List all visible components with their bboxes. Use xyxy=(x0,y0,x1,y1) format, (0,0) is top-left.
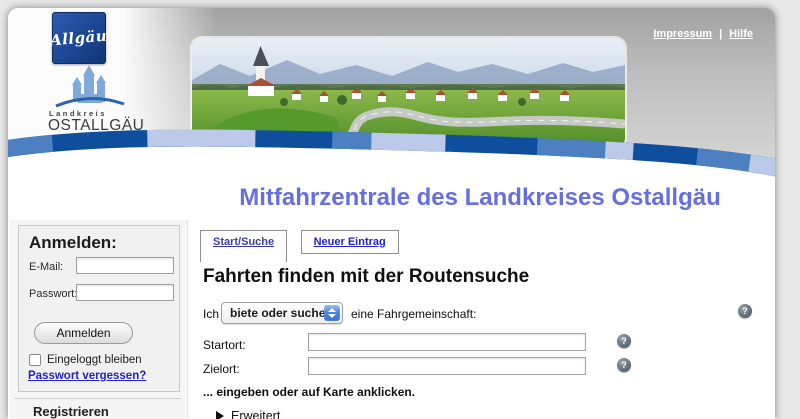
tab-start-suche[interactable]: Start/Suche xyxy=(200,230,287,262)
sidebar-divider xyxy=(14,398,181,399)
allgaeu-logo-text: Allgäu xyxy=(50,27,109,50)
impressum-link[interactable]: Impressum xyxy=(653,28,712,40)
zielort-label: Zielort: xyxy=(203,362,240,376)
select-stepper-icon xyxy=(324,305,340,321)
stay-logged-in-checkbox[interactable] xyxy=(29,354,41,366)
fahrgemeinschaft-label: eine Fahrgemeinschaft: xyxy=(351,307,476,321)
register-heading[interactable]: Registrieren xyxy=(33,404,109,419)
link-separator: | xyxy=(719,28,722,40)
help-icon[interactable]: ? xyxy=(617,358,631,372)
login-button[interactable]: Anmelden xyxy=(34,322,133,344)
ride-type-select[interactable]: biete oder suche xyxy=(221,302,343,324)
ride-type-selected-value: biete oder suche xyxy=(230,306,325,320)
help-icon[interactable]: ? xyxy=(617,334,631,348)
login-heading: Anmelden: xyxy=(29,233,117,253)
allgaeu-logo[interactable]: Allgäu xyxy=(52,12,106,64)
map-hint-text: ... eingeben oder auf Karte anklicken. xyxy=(203,385,415,399)
site-card: Impressum|Hilfe Allgäu Landkreis OSTALLG… xyxy=(8,8,775,419)
advanced-label: Erweitert xyxy=(231,409,280,419)
zielort-input[interactable] xyxy=(308,357,586,375)
password-label: Passwort: xyxy=(29,288,77,300)
advanced-toggle[interactable]: Erweitert xyxy=(216,409,280,419)
stay-logged-in-row: Eingeloggt bleiben xyxy=(29,354,142,366)
sidebar: Anmelden: E-Mail: Passwort: Anmelden Ein… xyxy=(10,220,188,419)
ich-label: Ich xyxy=(203,307,219,321)
hilfe-link[interactable]: Hilfe xyxy=(729,28,753,40)
email-field[interactable] xyxy=(76,257,174,274)
tab-neuer-eintrag-label: Neuer Eintrag xyxy=(314,236,386,248)
help-icon[interactable]: ? xyxy=(738,304,752,318)
content-heading: Fahrten finden mit der Routensuche xyxy=(203,266,529,288)
tab-bar: Start/Suche Neuer Eintrag xyxy=(200,230,408,262)
page-title: Mitfahrzentrale des Landkreises Ostallgä… xyxy=(185,184,775,212)
triangle-right-icon xyxy=(216,411,224,419)
stay-logged-in-label: Eingeloggt bleiben xyxy=(47,354,142,366)
tab-neuer-eintrag[interactable]: Neuer Eintrag xyxy=(301,230,399,254)
password-field[interactable] xyxy=(76,284,174,301)
tab-start-suche-label: Start/Suche xyxy=(213,236,274,248)
startort-input[interactable] xyxy=(308,333,586,351)
startort-label: Startort: xyxy=(203,338,246,352)
castle-icon xyxy=(50,64,130,110)
landkreis-logo-line2: OSTALLGÄU xyxy=(48,117,144,135)
main-content: Start/Suche Neuer Eintrag Fahrten finden… xyxy=(188,220,775,419)
login-panel: Anmelden: E-Mail: Passwort: Anmelden Ein… xyxy=(18,225,180,392)
header-links: Impressum | Hilfe xyxy=(653,28,753,40)
page-background: Impressum|Hilfe Allgäu Landkreis OSTALLG… xyxy=(0,0,800,419)
forgot-password-link[interactable]: Passwort vergessen? xyxy=(28,370,146,382)
email-label: E-Mail: xyxy=(29,261,63,273)
